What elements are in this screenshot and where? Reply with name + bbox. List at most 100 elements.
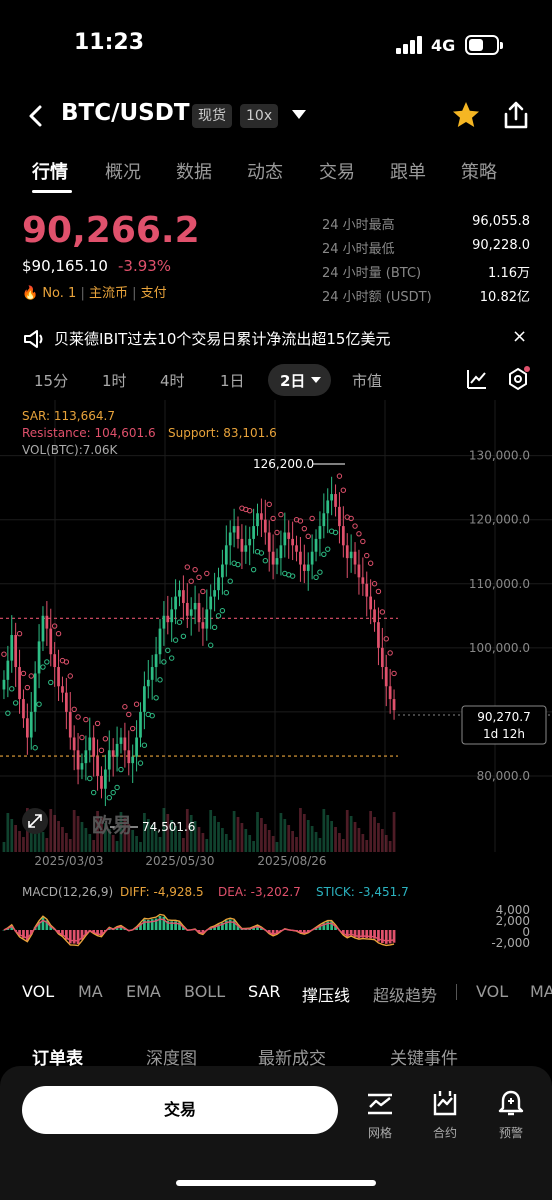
volume-bar (263, 824, 267, 852)
stat-value-turnover: 10.82亿 (479, 290, 530, 305)
interval-1h[interactable]: 1时 (102, 370, 127, 391)
ind-support-resistance[interactable]: 撑压线 (302, 982, 350, 1006)
tag-mainstream[interactable]: 主流币 (89, 286, 128, 301)
megaphone-icon (24, 330, 43, 348)
tab-copy[interactable]: 跟单 (390, 158, 426, 184)
contract-icon[interactable] (430, 1088, 460, 1118)
candle-body (88, 737, 92, 751)
candle-body (205, 609, 209, 629)
sar-dot (356, 531, 362, 537)
volume-bar (201, 833, 205, 852)
candle-body (365, 583, 369, 597)
sar-dot (110, 789, 116, 796)
candle-body (61, 686, 64, 693)
alert-label[interactable]: 预警 (487, 1124, 535, 1141)
bottom-bar: 交易 网格 合约 预警 (0, 1066, 552, 1200)
pair-header: BTC/USDT 现货 10x (0, 92, 552, 140)
candle-body (338, 506, 341, 527)
candle-body (115, 743, 119, 757)
ind-vol[interactable]: VOL (22, 982, 54, 1001)
volume-bar (228, 840, 232, 852)
sar-dot (12, 700, 19, 706)
volume-bar (88, 834, 92, 852)
candle-body (201, 622, 205, 629)
star-icon[interactable] (451, 100, 481, 130)
candle-body (76, 750, 80, 770)
ind-supertrend[interactable]: 超级趋势 (373, 982, 437, 1006)
fire-icon: 🔥 (22, 286, 39, 301)
ind-ema[interactable]: EMA (126, 982, 161, 1001)
ind-sub-ma[interactable]: MA (530, 982, 552, 1001)
y-tick-label: 80,000.0 (477, 769, 530, 783)
signal-icon (396, 36, 424, 54)
candle-body (96, 756, 99, 776)
share-icon[interactable] (502, 100, 530, 130)
tab-news[interactable]: 动态 (247, 158, 283, 184)
chevron-down-icon[interactable] (292, 110, 306, 119)
tab-data[interactable]: 数据 (176, 158, 212, 184)
volume-bar (68, 839, 72, 852)
indicator-chart-icon[interactable] (466, 368, 488, 390)
tab-trade[interactable]: 交易 (319, 158, 355, 184)
interval-15m[interactable]: 15分 (34, 370, 68, 391)
candle-body (345, 545, 349, 559)
sar-dot (75, 714, 81, 720)
volume-bar (10, 819, 14, 852)
sar-dot (340, 487, 347, 493)
macd-chart[interactable]: MACD(12,26,9) DIFF: -4,928.5 DEA: -3,202… (0, 878, 552, 978)
stat-label-high: 24 小时最高 (322, 218, 395, 233)
candle-body (100, 775, 103, 789)
grid-label[interactable]: 网格 (356, 1124, 404, 1141)
ind-sar[interactable]: SAR (248, 982, 281, 1001)
bell-alert-icon[interactable] (496, 1088, 526, 1118)
news-text[interactable]: 贝莱德IBIT过去10个交易日累计净流出超15亿美元 (54, 328, 390, 349)
volume-bar (178, 832, 181, 852)
chevron-down-icon[interactable] (311, 377, 321, 383)
tab-overview[interactable]: 概况 (105, 158, 141, 184)
candle-body (236, 526, 240, 539)
contract-label[interactable]: 合约 (421, 1124, 469, 1141)
volume-bar (326, 815, 330, 852)
sar-dot (364, 552, 370, 559)
candle-body (217, 577, 220, 591)
sar-dot (55, 631, 62, 637)
spot-tag: 现货 (192, 104, 232, 128)
sar-dot (141, 742, 148, 748)
candlestick-chart[interactable]: SAR: 113,664.7 Resistance: 104,601.6 Sup… (0, 400, 552, 880)
ind-sub-vol[interactable]: VOL (476, 982, 508, 1001)
ind-boll[interactable]: BOLL (184, 982, 225, 1001)
close-icon[interactable]: × (512, 326, 527, 347)
volume-bar (256, 812, 259, 852)
sar-dot (32, 745, 38, 751)
tag-payment[interactable]: 支付 (141, 286, 167, 301)
interval-4h[interactable]: 4时 (160, 370, 185, 391)
sar-dot (215, 613, 222, 619)
candle-body (49, 628, 53, 655)
pair-title[interactable]: BTC/USDT (61, 100, 190, 126)
news-banner[interactable]: 贝莱德IBIT过去10个交易日累计净流出超15亿美元 × (0, 322, 552, 356)
candle-body (244, 545, 248, 552)
volume-bar (41, 832, 45, 852)
candle-body (283, 532, 287, 546)
candle-body (334, 494, 337, 507)
settings-hexagon-icon[interactable] (506, 366, 530, 392)
rank-label[interactable]: No. 1 (42, 286, 76, 301)
interval-marketcap[interactable]: 市值 (352, 370, 382, 391)
ind-ma[interactable]: MA (78, 982, 103, 1001)
candle-body (18, 667, 21, 700)
trade-button[interactable]: 交易 (22, 1086, 338, 1134)
interval-1d[interactable]: 1日 (220, 370, 245, 391)
tab-strategy[interactable]: 策略 (461, 158, 497, 184)
back-arrow-icon[interactable] (22, 102, 50, 130)
status-bar: 11:23 4G (0, 0, 552, 90)
candle-body (349, 551, 353, 559)
tab-market[interactable]: 行情 (32, 158, 68, 184)
change-percent: -3.93% (118, 257, 172, 275)
sar-dot (114, 784, 120, 791)
grid-bot-icon[interactable] (365, 1088, 395, 1118)
volume-bar (361, 834, 365, 852)
sar-dot (325, 546, 331, 552)
macd-bar (41, 917, 45, 930)
interval-2d[interactable]: 2日 (280, 370, 305, 391)
x-tick-label: 2025/08/26 (257, 854, 326, 868)
